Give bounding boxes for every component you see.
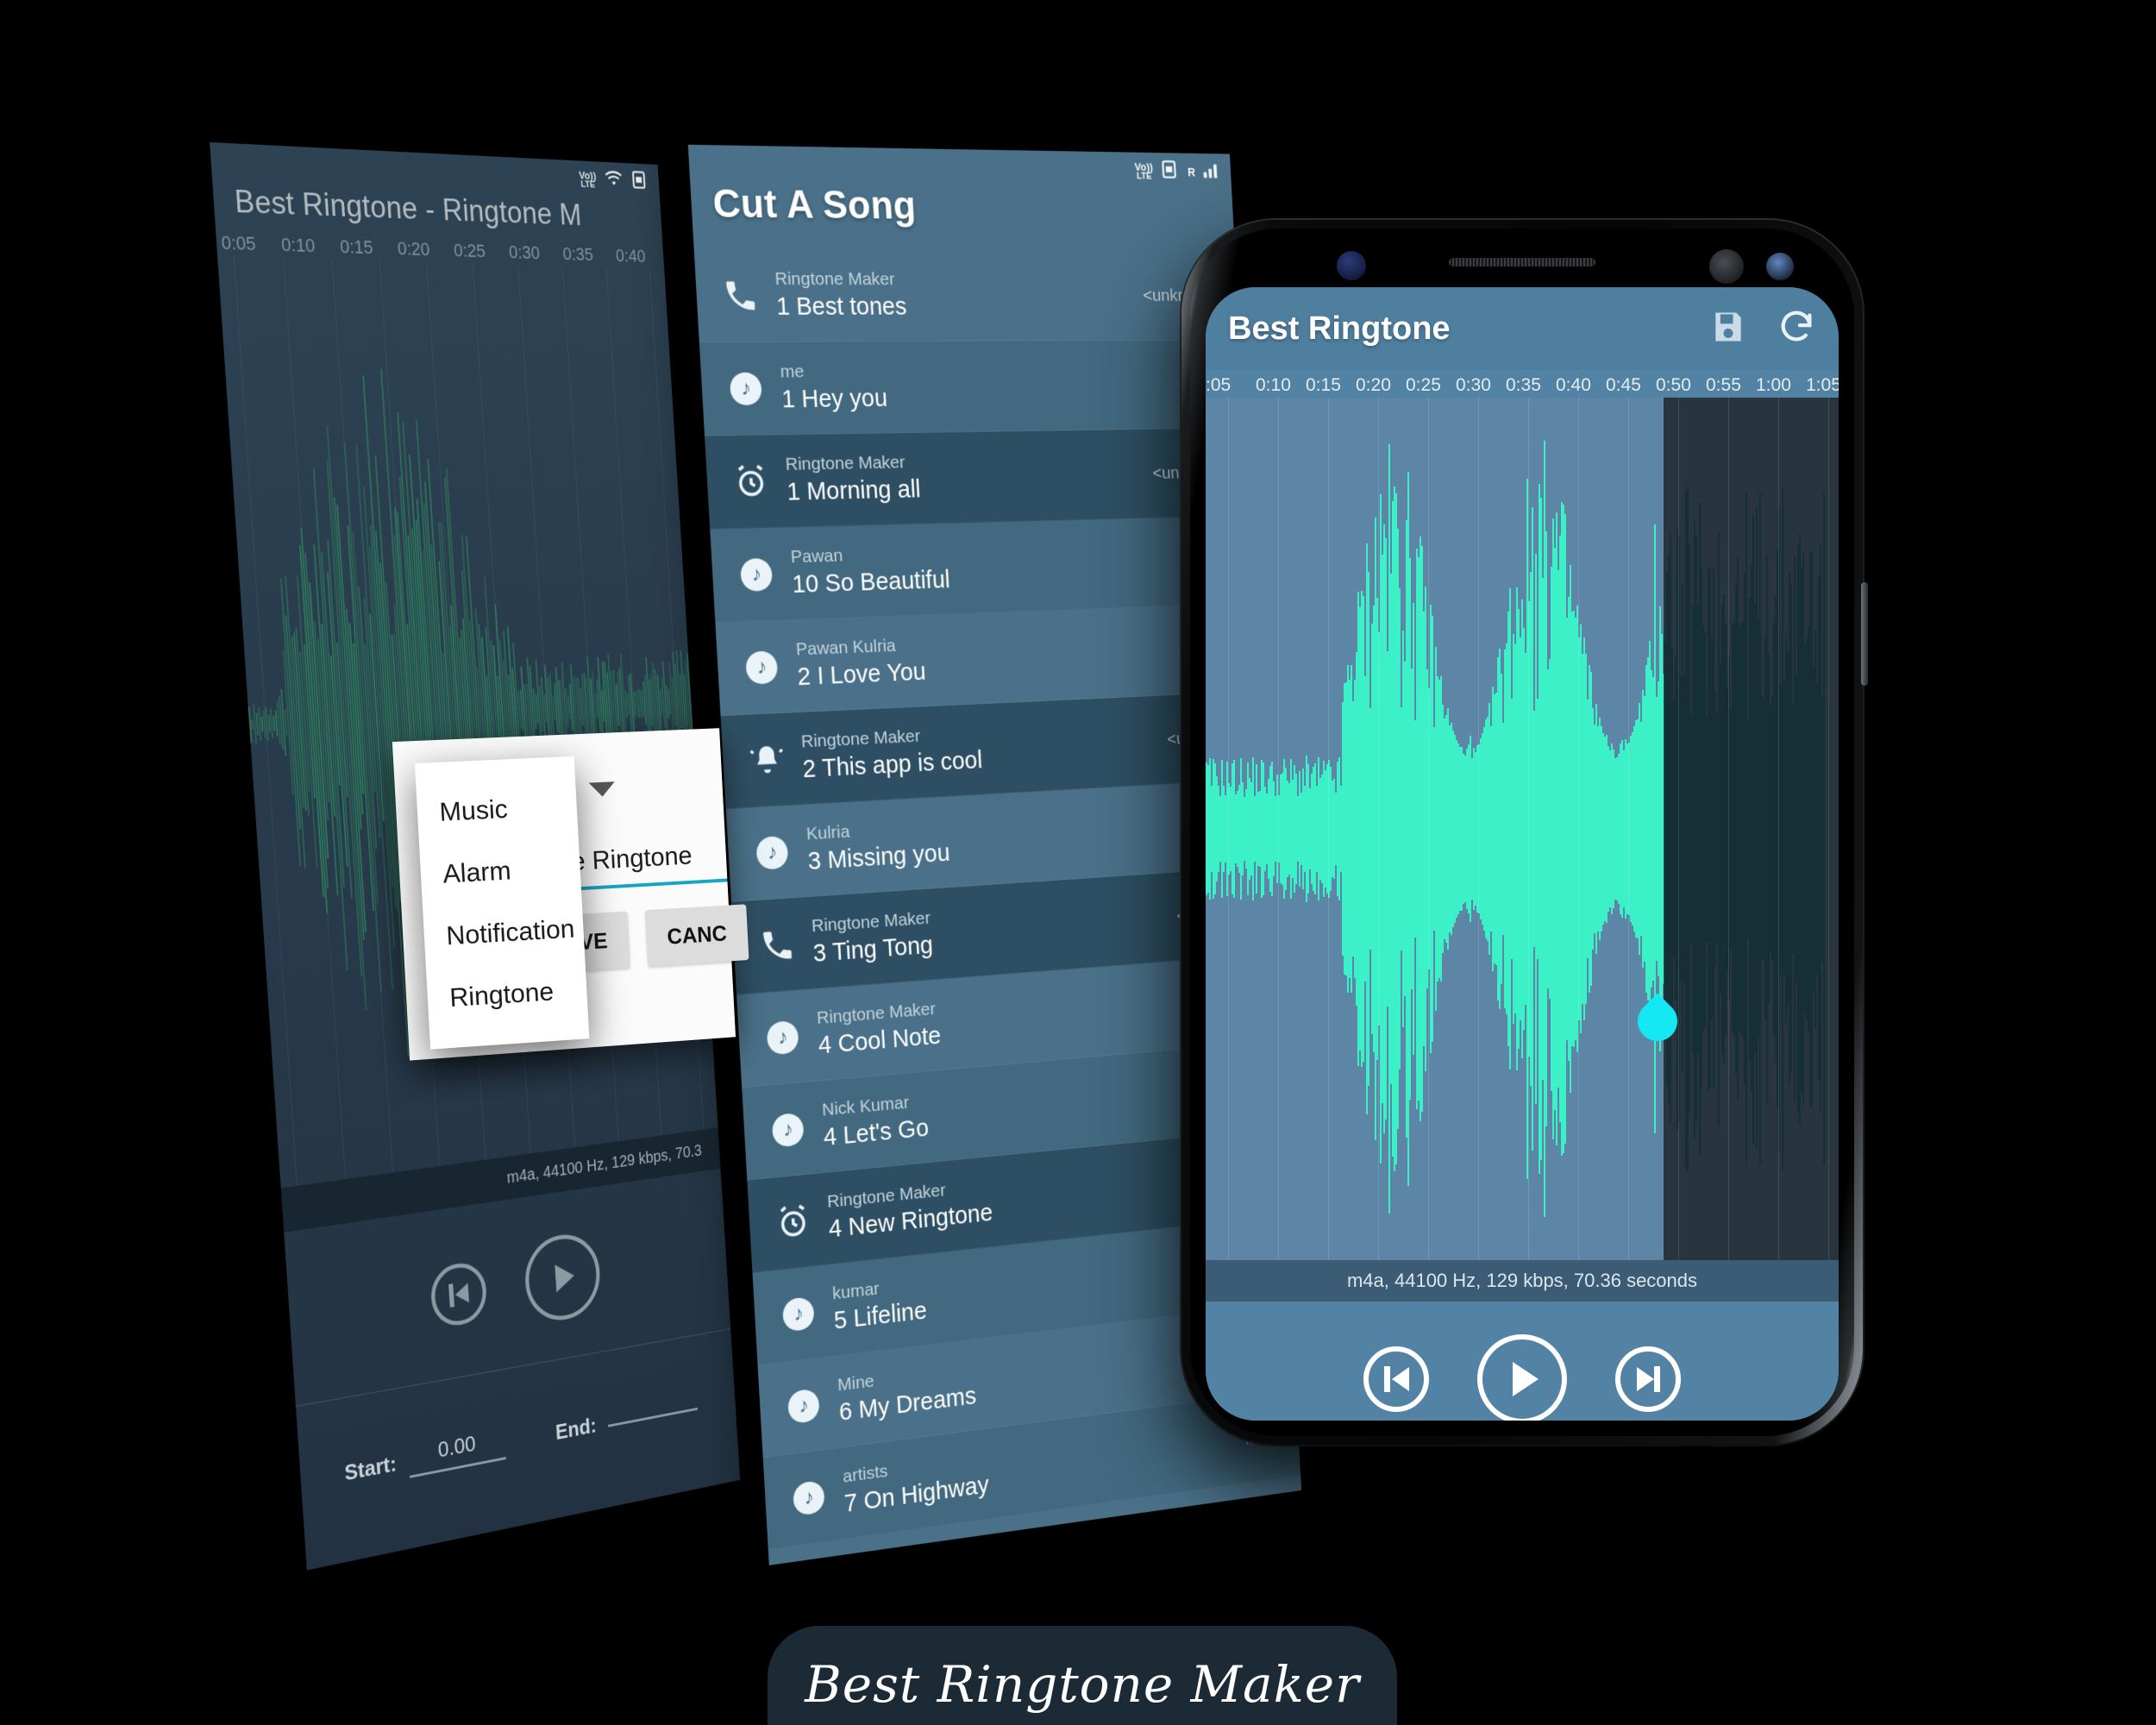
ruler-tick: 0:40 [1556, 375, 1591, 395]
ruler-tick: :05 [1206, 375, 1232, 395]
dropdown-caret-icon[interactable] [588, 781, 616, 798]
music-icon: ♪ [772, 1295, 824, 1333]
front-camera-icon [1766, 253, 1794, 280]
mid-screen-title: Cut A Song [711, 180, 918, 228]
left-status-bar: Vo)) LTE [579, 167, 650, 194]
song-artist: Ringtone Maker [774, 268, 896, 289]
dialog-buttons: VE CANC [556, 903, 762, 973]
ruler-tick: 0:10 [280, 233, 317, 257]
song-list-item[interactable]: Ringtone Maker1 Best tones<unknown> [693, 248, 1240, 343]
app-screenshot-stage: Vo)) LTE Best Ringtone - Ringtone M 0:05 0… [0, 0, 2156, 1725]
phone-rewind-button[interactable] [1363, 1346, 1429, 1412]
cancel-button[interactable]: CANC [644, 904, 749, 967]
music-icon: ♪ [777, 1387, 830, 1426]
ruler-tick: 1:00 [1756, 375, 1791, 395]
song-title: 1 Hey you [780, 384, 888, 413]
waveform-unselected-region [1664, 398, 1839, 1260]
appbar-actions [1709, 307, 1816, 351]
redo-icon[interactable] [1777, 307, 1816, 351]
ruler-tick: 1:05 [1806, 375, 1839, 395]
song-title: 1 Best tones [775, 292, 908, 321]
left-play-button[interactable] [523, 1229, 603, 1327]
ruler-tick: 0:25 [1406, 375, 1441, 395]
song-list-item[interactable]: ♪me1 Hey youMusic [699, 340, 1244, 436]
app-name-text: Best Ringtone Maker [805, 1655, 1360, 1714]
music-icon: ♪ [719, 372, 772, 405]
sim-icon [1160, 160, 1181, 184]
ruler-tick: 0:20 [1356, 375, 1391, 395]
phone-timeline-ruler: :05 0:10 0:15 0:20 0:25 0:30 0:35 0:40 0:45 0:50 0… [1206, 370, 1839, 401]
save-icon[interactable] [1709, 308, 1747, 350]
power-button[interactable] [1861, 582, 1868, 686]
phone-transport-controls [1206, 1302, 1839, 1421]
music-icon: ♪ [736, 649, 788, 685]
ruler-tick: 0:40 [615, 245, 647, 267]
proximity-sensor-icon [1709, 249, 1744, 284]
song-artist: me [780, 361, 805, 382]
music-icon: ♪ [783, 1478, 836, 1517]
left-start-label: Start: [343, 1450, 398, 1485]
alarm-icon [767, 1201, 819, 1244]
ruler-tick: 0:55 [1706, 375, 1741, 395]
wifi-icon [603, 169, 625, 192]
left-start-value[interactable]: 0.00 [407, 1425, 506, 1478]
ruler-tick: 0:35 [561, 243, 594, 265]
alarm-icon [724, 462, 778, 501]
input-underline [558, 878, 728, 892]
phone-play-button[interactable] [1477, 1334, 1567, 1421]
phone-sensors [1190, 244, 1854, 284]
ruler-tick: 0:25 [453, 239, 486, 262]
phone-audio-info: m4a, 44100 Hz, 129 kbps, 70.36 seconds [1206, 1260, 1839, 1302]
phone-forward-button[interactable] [1615, 1346, 1681, 1412]
menu-item-music[interactable]: Music [416, 775, 579, 844]
menu-item-ringtone[interactable]: Ringtone [426, 958, 588, 1030]
ruler-tick: 0:35 [1506, 375, 1541, 395]
ruler-tick: 0:15 [1306, 375, 1341, 395]
ruler-tick: 0:50 [1656, 375, 1691, 395]
ruler-tick: 0:10 [1256, 375, 1291, 395]
song-list-item[interactable]: Ringtone Maker1 Morning all<unknown> [705, 428, 1250, 530]
ringtone-name-input[interactable]: ne Ringtone [556, 838, 727, 878]
menu-item-notification[interactable]: Notification [423, 898, 585, 969]
music-icon: ♪ [761, 1111, 814, 1148]
music-icon: ♪ [756, 1019, 809, 1056]
left-screen-title: Best Ringtone - Ringtone M [233, 183, 583, 232]
phone-appbar: Best Ringtone [1206, 287, 1839, 370]
iris-sensor-icon [1337, 251, 1366, 280]
phone-mockup: Best Ringtone :05 0:10 0:15 0:20 0:25 0:30 0:3… [1181, 220, 1868, 1445]
music-icon: ♪ [730, 557, 782, 592]
phone-bezel: Best Ringtone :05 0:10 0:15 0:20 0:25 0:30 0:3… [1190, 229, 1854, 1436]
signal-roaming-icon: R [1187, 165, 1196, 179]
volte-icon: Vo)) LTE [578, 168, 597, 190]
phone-waveform[interactable] [1206, 398, 1839, 1260]
song-title: 1 Morning all [786, 475, 922, 506]
bell-icon [740, 740, 793, 781]
left-rewind-button[interactable] [429, 1259, 489, 1330]
menu-item-alarm[interactable]: Alarm [419, 837, 581, 906]
app-name-banner: Best Ringtone Maker [768, 1626, 1397, 1725]
signal-bars-icon [1202, 161, 1219, 182]
left-end-value[interactable] [607, 1401, 698, 1427]
sim-icon [630, 170, 650, 194]
ruler-tick: 0:05 [220, 231, 257, 255]
ruler-tick: 0:20 [397, 237, 431, 260]
ruler-tick: 0:15 [339, 235, 374, 259]
phone-screen: Best Ringtone :05 0:10 0:15 0:20 0:25 0:30 0:3… [1206, 287, 1839, 1421]
phone-icon [714, 276, 768, 314]
mid-status-bar: Vo)) LTE R [1134, 159, 1219, 184]
earpiece-speaker [1449, 258, 1595, 267]
ruler-tick: 0:30 [508, 241, 541, 264]
ruler-tick: 0:30 [1456, 375, 1491, 395]
volte-icon: Vo)) LTE [1134, 160, 1154, 181]
music-icon: ♪ [746, 835, 799, 870]
phone-title: Best Ringtone [1228, 310, 1451, 347]
left-end-label: End: [555, 1412, 598, 1445]
ruler-tick: 0:45 [1606, 375, 1641, 395]
ringtone-type-menu[interactable]: Music Alarm Notification Ringtone [414, 756, 590, 1050]
